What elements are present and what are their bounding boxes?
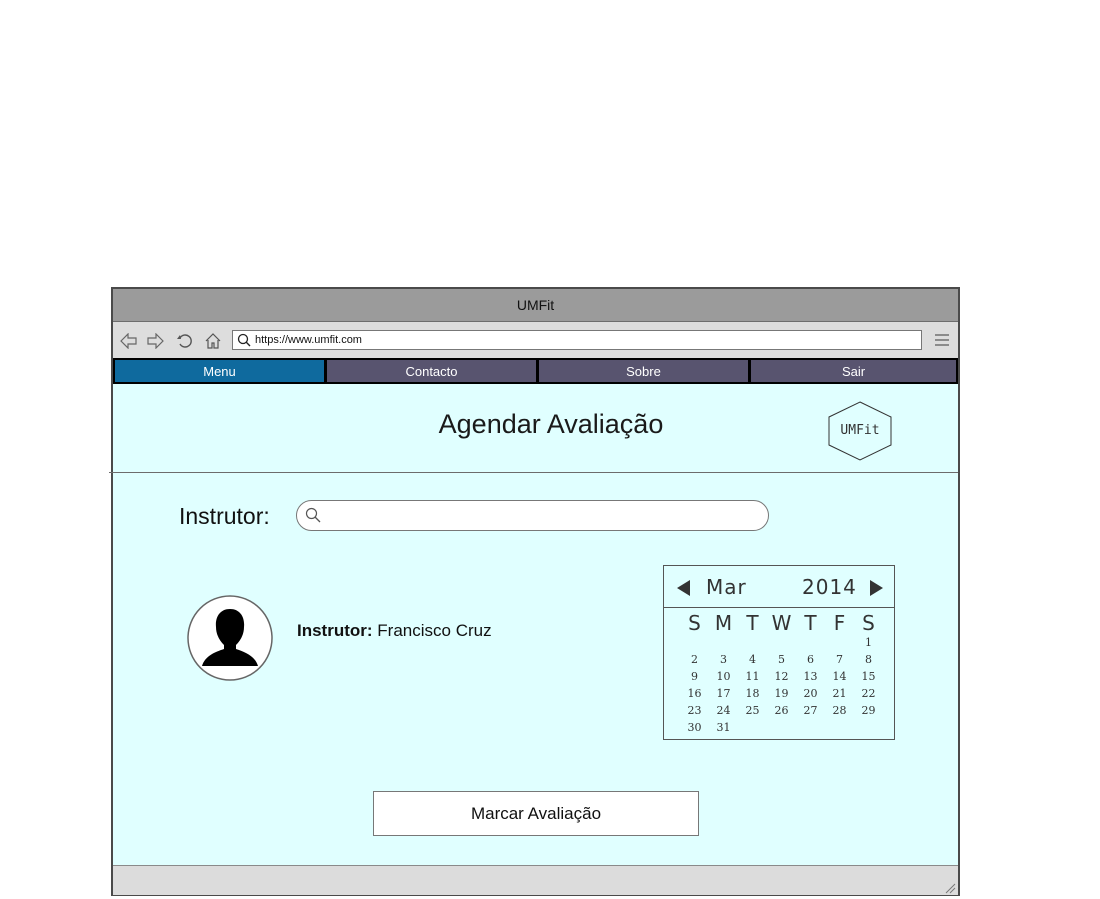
umfit-logo: UMFit — [827, 401, 893, 461]
url-text: https://www.umfit.com — [255, 334, 362, 346]
tab-menu[interactable]: Menu — [115, 360, 324, 382]
weekday: F — [833, 611, 846, 635]
calendar-day[interactable]: 19 — [767, 687, 796, 704]
calendar-day[interactable]: 23 — [680, 704, 709, 721]
instructor-search-label: Instrutor: — [179, 503, 270, 529]
next-month-icon[interactable] — [869, 580, 883, 600]
instructor-search-box[interactable] — [296, 500, 769, 531]
calendar-day[interactable]: 28 — [825, 704, 854, 721]
tab-sair[interactable]: Sair — [751, 360, 956, 382]
calendar-day[interactable]: 12 — [767, 670, 796, 687]
calendar-day[interactable]: 16 — [680, 687, 709, 704]
user-silhouette-icon — [187, 595, 273, 681]
calendar-day[interactable]: 9 — [680, 670, 709, 687]
calendar-day[interactable]: 29 — [854, 704, 883, 721]
forward-icon[interactable] — [145, 331, 165, 351]
book-evaluation-button[interactable]: Marcar Avaliação — [373, 791, 699, 836]
search-icon — [233, 333, 255, 347]
calendar-day[interactable]: 14 — [825, 670, 854, 687]
calendar-day[interactable]: 2 — [680, 653, 709, 670]
main-nav-tabs: Menu Contacto Sobre Sair — [113, 358, 958, 384]
date-picker-calendar: Mar 2014 S M T W T F S 1 2 3 4 5 6 7 8 9 10 11 12 13… — [663, 565, 895, 740]
weekday: M — [714, 611, 733, 635]
calendar-day[interactable]: 7 — [825, 653, 854, 670]
logo-text: UMFit — [840, 423, 880, 438]
calendar-day[interactable]: 4 — [738, 653, 767, 670]
browser-window: UMFit https://www.umfit.com Menu Contact… — [109, 287, 960, 896]
calendar-day[interactable]: 3 — [709, 653, 738, 670]
tab-sobre[interactable]: Sobre — [539, 360, 748, 382]
calendar-day[interactable]: 5 — [767, 653, 796, 670]
window-titlebar: UMFit — [113, 289, 958, 322]
calendar-header: Mar 2014 — [664, 566, 894, 608]
calendar-day[interactable]: 21 — [825, 687, 854, 704]
weekday: S — [862, 611, 875, 635]
url-bar[interactable]: https://www.umfit.com — [232, 330, 922, 350]
window-title: UMFit — [516, 297, 555, 313]
header-divider — [109, 472, 958, 473]
calendar-day[interactable]: 20 — [796, 687, 825, 704]
calendar-day[interactable]: 27 — [796, 704, 825, 721]
hamburger-menu-icon[interactable] — [934, 332, 950, 348]
calendar-day[interactable]: 1 — [854, 636, 883, 653]
instructor-info: Instrutor: Francisco Cruz — [297, 621, 492, 641]
avatar — [187, 595, 273, 681]
calendar-day[interactable]: 24 — [709, 704, 738, 721]
calendar-day[interactable]: 17 — [709, 687, 738, 704]
weekday: S — [688, 611, 701, 635]
calendar-day[interactable]: 11 — [738, 670, 767, 687]
calendar-year[interactable]: 2014 — [802, 575, 857, 599]
instructor-name: Francisco Cruz — [377, 621, 492, 640]
calendar-day-grid: 1 2 3 4 5 6 7 8 9 10 11 12 13 14 15 16 17 18 19 20 21 22 23 24 2… — [680, 636, 884, 736]
instructor-search-input[interactable] — [327, 505, 761, 528]
prev-month-icon[interactable] — [677, 580, 691, 600]
home-icon[interactable] — [203, 331, 223, 351]
calendar-day[interactable]: 30 — [680, 721, 709, 738]
calendar-weekdays: S M T W T F S — [680, 611, 884, 635]
calendar-month[interactable]: Mar — [706, 575, 747, 599]
search-icon — [305, 507, 321, 528]
reload-icon[interactable] — [175, 331, 195, 351]
weekday: T — [746, 611, 759, 635]
calendar-day[interactable]: 26 — [767, 704, 796, 721]
calendar-day[interactable]: 31 — [709, 721, 738, 738]
calendar-day[interactable]: 6 — [796, 653, 825, 670]
calendar-day[interactable]: 10 — [709, 670, 738, 687]
tab-contacto[interactable]: Contacto — [327, 360, 536, 382]
status-bar — [113, 865, 958, 895]
calendar-day[interactable]: 8 — [854, 653, 883, 670]
browser-navbar: https://www.umfit.com — [113, 322, 958, 359]
weekday: T — [804, 611, 817, 635]
back-icon[interactable] — [119, 331, 139, 351]
calendar-day[interactable]: 22 — [854, 687, 883, 704]
resize-grip-icon[interactable] — [944, 881, 956, 894]
calendar-day[interactable]: 18 — [738, 687, 767, 704]
instructor-label: Instrutor: — [297, 621, 373, 640]
calendar-day[interactable]: 15 — [854, 670, 883, 687]
calendar-day[interactable]: 13 — [796, 670, 825, 687]
calendar-day[interactable]: 25 — [738, 704, 767, 721]
weekday: W — [771, 611, 792, 635]
